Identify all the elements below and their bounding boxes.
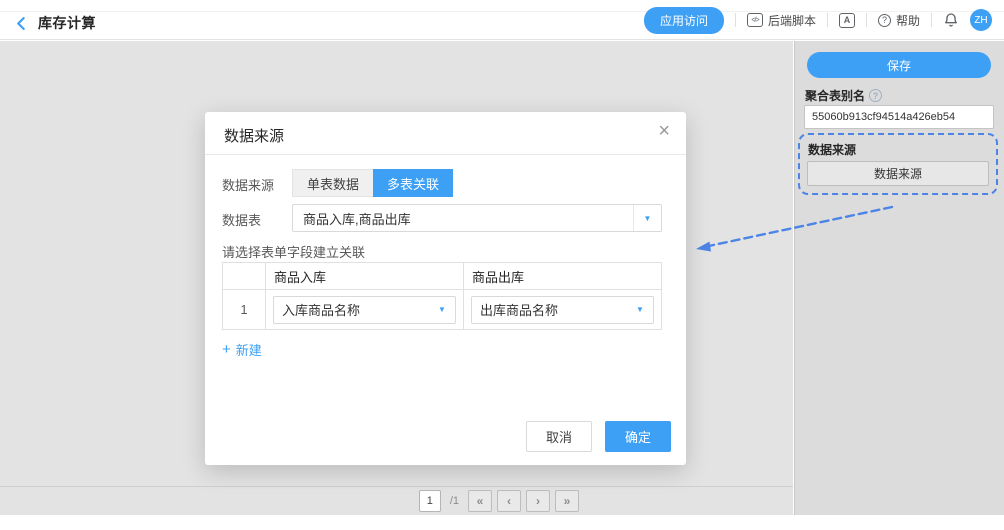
backend-script-button[interactable]: </> 后端脚本 <box>747 12 816 29</box>
modal-header: 数据来源 × <box>205 112 686 155</box>
backend-script-label: 后端脚本 <box>768 12 816 29</box>
tab-multi-table[interactable]: 多表关联 <box>373 169 453 197</box>
divider <box>827 13 828 27</box>
datasource-modal: 数据来源 × 数据来源 单表数据 多表关联 数据表 商品入库,商品出库 ▼ 请选… <box>205 112 686 465</box>
column-header-inbound: 商品入库 <box>266 263 464 290</box>
divider <box>931 13 932 27</box>
prev-page-icon[interactable]: ‹ <box>497 490 521 512</box>
caret-box: ▼ <box>633 205 661 231</box>
plus-icon: + <box>222 341 231 358</box>
app-window: 库存计算 应用访问 </> 后端脚本 A ? 帮助 ZH 1 <box>0 0 1004 530</box>
relation-hint: 请选择表单字段建立关联 <box>222 242 365 261</box>
page-title: 库存计算 <box>38 13 96 33</box>
outbound-field-select[interactable]: 出库商品名称 ▼ <box>471 296 654 324</box>
current-page-box[interactable]: 1 <box>419 490 441 512</box>
chevron-down-icon: ▼ <box>636 305 644 314</box>
caret-box: ▼ <box>627 297 653 323</box>
canvas-footer-divider <box>0 486 793 487</box>
add-relation-link[interactable]: + 新建 <box>222 340 262 359</box>
pagination: 1 /1 « ‹ › » <box>419 490 579 512</box>
caret-box: ▼ <box>429 297 455 323</box>
language-icon[interactable]: A <box>839 13 855 28</box>
top-header: 库存计算 应用访问 </> 后端脚本 A ? 帮助 ZH <box>0 0 1004 40</box>
modal-footer: 取消 确定 <box>526 421 671 452</box>
cancel-button[interactable]: 取消 <box>526 421 592 452</box>
close-icon[interactable]: × <box>658 121 670 141</box>
chevron-down-icon: ▼ <box>644 214 652 223</box>
tab-single-table[interactable]: 单表数据 <box>292 169 373 197</box>
index-column-header <box>223 263 266 290</box>
help-icon: ? <box>878 14 891 27</box>
relation-table-header-row: 商品入库 商品出库 <box>223 263 662 290</box>
alias-help-icon[interactable]: ? <box>869 89 882 102</box>
inbound-field-value: 入库商品名称 <box>274 300 429 319</box>
outbound-field-value: 出库商品名称 <box>472 300 627 319</box>
notification-bell-icon[interactable] <box>943 12 959 28</box>
modal-title: 数据来源 <box>224 125 284 146</box>
column-header-outbound: 商品出库 <box>464 263 662 290</box>
chevron-down-icon: ▼ <box>438 305 446 314</box>
next-page-icon[interactable]: › <box>526 490 550 512</box>
last-page-icon[interactable]: » <box>555 490 579 512</box>
total-pages-label: /1 <box>450 495 459 507</box>
divider <box>866 13 867 27</box>
save-button[interactable]: 保存 <box>807 52 991 78</box>
alias-input[interactable] <box>804 105 994 129</box>
relation-table: 商品入库 商品出库 1 入库商品名称 ▼ 出库商品名称 <box>222 262 662 330</box>
source-type-label: 数据来源 <box>222 175 274 194</box>
help-button[interactable]: ? 帮助 <box>878 12 920 29</box>
bottom-margin <box>0 515 1004 530</box>
data-table-label: 数据表 <box>222 210 261 229</box>
row-index: 1 <box>223 290 266 330</box>
back-icon[interactable] <box>14 16 28 30</box>
settings-sidebar: 保存 聚合表别名 ? 数据来源 数据来源 <box>794 41 1004 515</box>
app-access-button[interactable]: 应用访问 <box>644 7 724 34</box>
code-icon: </> <box>747 13 763 27</box>
add-relation-label: 新建 <box>236 340 262 359</box>
datasource-button[interactable]: 数据来源 <box>807 161 989 186</box>
relation-table-row: 1 入库商品名称 ▼ 出库商品名称 ▼ <box>223 290 662 330</box>
inbound-field-select[interactable]: 入库商品名称 ▼ <box>273 296 456 324</box>
first-page-icon[interactable]: « <box>468 490 492 512</box>
data-table-select[interactable]: 商品入库,商品出库 ▼ <box>292 204 662 232</box>
confirm-button[interactable]: 确定 <box>605 421 671 452</box>
datasource-section-label: 数据来源 <box>808 141 856 158</box>
help-label: 帮助 <box>896 12 920 29</box>
user-avatar[interactable]: ZH <box>970 9 992 31</box>
data-table-select-value: 商品入库,商品出库 <box>293 209 633 228</box>
alias-label: 聚合表别名 <box>805 87 865 104</box>
source-type-tabs: 单表数据 多表关联 <box>292 169 453 197</box>
divider <box>735 13 736 27</box>
